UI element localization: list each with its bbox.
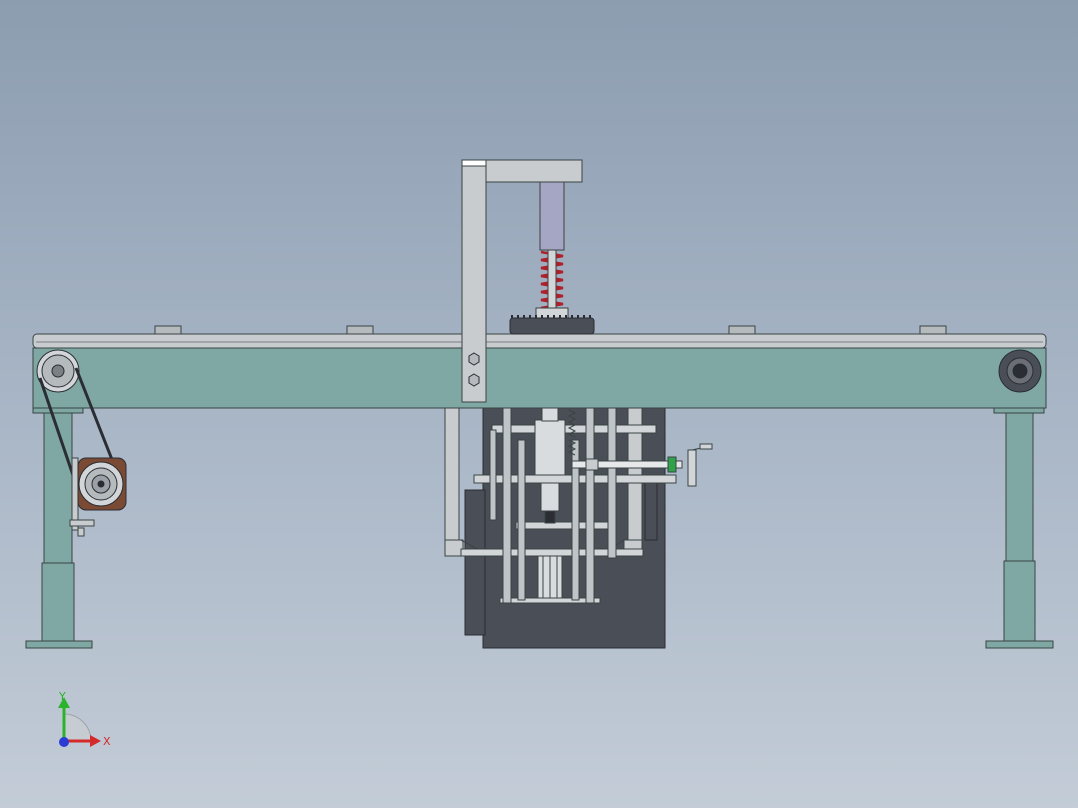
x-axis-label: X bbox=[103, 735, 111, 748]
z-axis-dot bbox=[59, 737, 69, 747]
conveyor-assembly-drawing: Y X bbox=[25, 159, 1054, 748]
press-arm bbox=[485, 159, 583, 183]
drive-motor-icon bbox=[77, 457, 127, 511]
cad-viewport[interactable]: Y X bbox=[0, 0, 1078, 808]
right-leg bbox=[985, 407, 1054, 649]
triad-arc bbox=[63, 713, 92, 742]
press-column bbox=[461, 159, 487, 403]
coordinate-triad: Y X bbox=[58, 690, 111, 748]
y-axis-label: Y bbox=[58, 690, 66, 703]
press-cylinder bbox=[539, 181, 565, 251]
handwheel-icon[interactable] bbox=[687, 443, 713, 487]
conveyor-beam bbox=[32, 347, 1047, 409]
idler-pulley-icon bbox=[998, 349, 1042, 393]
gear-icon bbox=[509, 315, 595, 335]
